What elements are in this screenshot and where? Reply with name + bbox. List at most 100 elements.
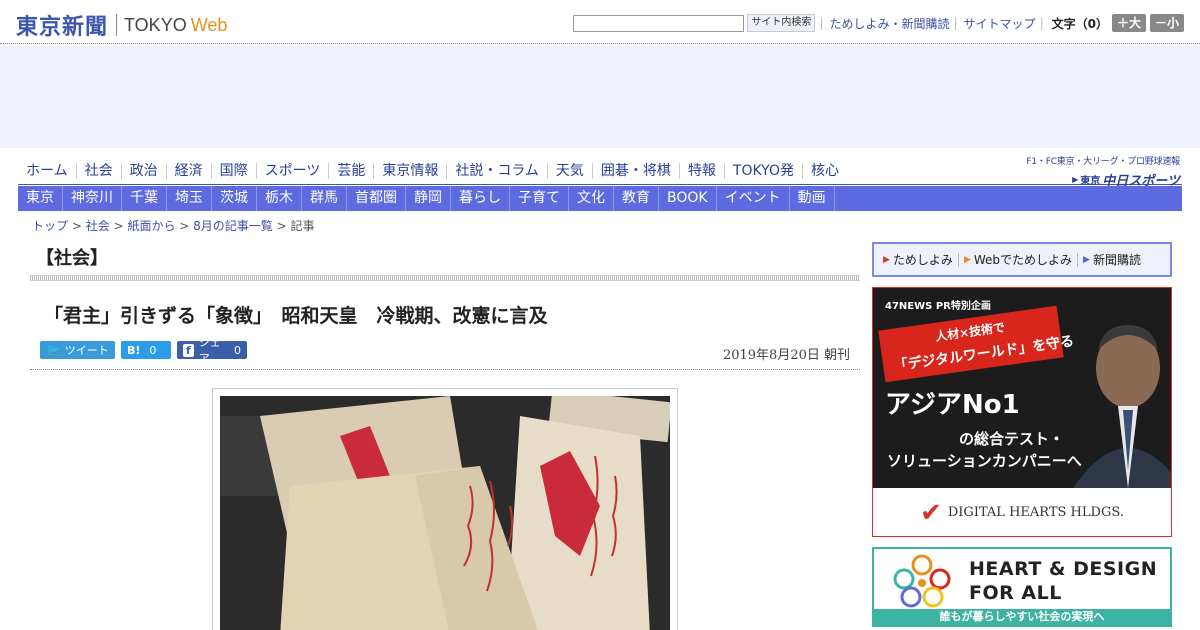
subscribe-link[interactable]: ▶ 新聞購読	[1077, 252, 1146, 267]
facebook-count: 0	[234, 343, 241, 357]
nav-editorial[interactable]: 社説・コラム	[446, 163, 547, 179]
nav-living[interactable]: 暮らし	[451, 186, 510, 211]
trial-read-link[interactable]: ▶ ためしよみ	[878, 253, 958, 267]
logo-web: Web	[190, 14, 228, 35]
nav-events[interactable]: イベント	[717, 186, 790, 211]
hatena-icon: B!	[127, 343, 141, 357]
subscribe-label: 新聞購読	[1092, 252, 1141, 267]
nav-parenting[interactable]: 子育て	[510, 186, 569, 211]
heart-design-ad[interactable]: HEART & DESIGN FOR ALL 誰もが暮らしやすい社会の実現へ	[872, 547, 1172, 627]
nav-ibaraki[interactable]: 茨城	[212, 186, 257, 211]
breadcrumb: トップ > 社会 > 紙面から > 8月の記事一覧 > 記事	[32, 217, 315, 234]
nav-shizuoka[interactable]: 静岡	[406, 186, 451, 211]
breadcrumb-separator: >	[71, 219, 86, 233]
nav-politics[interactable]: 政治	[120, 163, 166, 179]
trial-read-label: ためしよみ	[892, 252, 953, 267]
font-size-label: 文字（0）	[1051, 16, 1108, 31]
article-photo[interactable]	[220, 396, 670, 630]
top-ad-banner[interactable]	[0, 45, 1200, 148]
site-header: 東京新聞 TOKYO Web サイト内検索 | ためしよみ・新聞購読 | サイト…	[0, 0, 1200, 44]
nav-weather[interactable]: 天気	[546, 163, 592, 179]
digital-hearts-ad[interactable]: 47NEWS PR特別企画 人材×技術で 「デジタルワールド」を守る アジアNo…	[872, 287, 1172, 537]
article-date: 2019年8月20日 朝刊	[722, 348, 850, 363]
nav-society[interactable]: 社会	[75, 163, 121, 179]
nav-home[interactable]: ホーム	[18, 163, 76, 179]
font-smaller-button[interactable]: －小	[1149, 14, 1184, 32]
web-trial-read-label: Webでためしよみ	[973, 252, 1073, 267]
nav-tochigi[interactable]: 栃木	[257, 186, 302, 211]
breadcrumb-current: 記事	[290, 219, 315, 233]
separator: |	[953, 16, 958, 30]
nav-core[interactable]: 核心	[801, 163, 847, 179]
breadcrumb-top[interactable]: トップ	[32, 219, 68, 233]
breadcrumb-separator: >	[179, 219, 194, 233]
nav-go-shogi[interactable]: 囲碁・将棋	[591, 163, 679, 179]
notebook-photo-illustration	[220, 396, 670, 630]
nav-shutoken[interactable]: 首都圏	[347, 186, 406, 211]
separator: |	[1039, 16, 1044, 30]
twitter-bird-icon: 🐦	[46, 343, 60, 357]
site-search-button[interactable]: サイト内検索	[747, 14, 816, 32]
font-larger-button[interactable]: ＋大	[1111, 14, 1146, 32]
nav-tokyo[interactable]: 東京	[18, 186, 63, 211]
nav-economy[interactable]: 経済	[165, 163, 211, 179]
nav-entertainment[interactable]: 芸能	[328, 163, 373, 179]
nav-special[interactable]: 特報	[678, 163, 724, 179]
section-title: 【社会】	[36, 248, 108, 269]
facebook-share-button[interactable]: f シェア 0	[177, 336, 247, 365]
breadcrumb-print[interactable]: 紙面から	[127, 219, 175, 233]
chunichi-sports-link[interactable]: F1・FC東京・大リーグ・プロ野球速報 ▶ 東京 中日スポーツ	[1026, 154, 1180, 189]
nav-international[interactable]: 国際	[210, 163, 256, 179]
ad2-tagline: 誰もが暮らしやすい社会の実現へ	[874, 609, 1170, 625]
logo-divider	[116, 14, 118, 36]
ad-headline: アジアNo1	[885, 390, 1020, 420]
article-photo-frame	[212, 388, 678, 630]
breadcrumb-separator: >	[276, 219, 291, 233]
secondary-nav: 東京 神奈川 千葉 埼玉 茨城 栃木 群馬 首都圏 静岡 暮らし 子育て 文化 …	[18, 186, 1182, 211]
primary-nav: ホーム 社会 政治 経済 国際 スポーツ 芸能 東京情報 社説・コラム 天気 囲…	[18, 158, 847, 184]
facebook-share-label: シェア	[198, 336, 221, 365]
triangle-right-icon: ▶	[963, 254, 971, 265]
nav-gunma[interactable]: 群馬	[302, 186, 347, 211]
chunichi-small-text: 東京	[1080, 176, 1101, 187]
nav-education[interactable]: 教育	[614, 186, 659, 211]
checkmark-icon: ✔	[920, 497, 942, 528]
nav-chiba[interactable]: 千葉	[122, 186, 167, 211]
web-trial-read-link[interactable]: ▶ Webでためしよみ	[957, 252, 1077, 267]
arrow-right-icon: ▶	[1072, 175, 1079, 184]
nav-kanagawa[interactable]: 神奈川	[63, 186, 122, 211]
flower-logo-icon	[893, 554, 951, 608]
breadcrumb-society[interactable]: 社会	[86, 219, 110, 233]
utility-bar: サイト内検索 | ためしよみ・新聞購読 | サイトマップ | 文字（0） ＋大 …	[573, 14, 1184, 32]
tweet-button[interactable]: 🐦 ツイート	[40, 341, 115, 359]
nav-tokyo-info[interactable]: 東京情報	[373, 163, 446, 179]
ad-line3: ソリューションカンパニーへ	[887, 452, 1082, 470]
nav-saitama[interactable]: 埼玉	[167, 186, 212, 211]
section-divider	[30, 275, 860, 281]
logo-tokyo: TOKYO	[124, 14, 187, 35]
ad2-line1: HEART & DESIGN	[969, 558, 1158, 580]
nav-tokyo-hatsu[interactable]: TOKYO発	[723, 163, 802, 179]
nav-divider	[18, 184, 1182, 185]
sitemap-link[interactable]: サイトマップ	[964, 15, 1036, 32]
breadcrumb-separator: >	[113, 219, 128, 233]
nav-sports[interactable]: スポーツ	[255, 163, 329, 179]
tweet-label: ツイート	[64, 344, 109, 357]
trial-subscribe-link[interactable]: ためしよみ・新聞購読	[829, 15, 949, 32]
site-search-input[interactable]	[573, 14, 745, 32]
breadcrumb-august-list[interactable]: 8月の記事一覧	[193, 219, 273, 233]
subscription-menu: ▶ ためしよみ ▶ Webでためしよみ ▶ 新聞購読	[872, 242, 1172, 277]
nav-culture[interactable]: 文化	[569, 186, 614, 211]
site-logo[interactable]: 東京新聞 TOKYO Web	[16, 9, 227, 41]
nav-video[interactable]: 動画	[790, 186, 835, 211]
triangle-right-icon: ▶	[883, 254, 890, 265]
logo-japanese: 東京新聞	[16, 14, 109, 40]
nav-book[interactable]: BOOK	[659, 186, 717, 211]
separator: |	[819, 16, 824, 30]
triangle-right-icon: ▶	[1083, 254, 1090, 265]
ad2-line2: FOR ALL	[969, 582, 1062, 604]
hatena-bookmark-button[interactable]: B! 0	[121, 341, 171, 359]
share-buttons: 🐦 ツイート B! 0 f シェア 0	[40, 336, 247, 365]
article-headline: 「君主」引きずる「象徴」 昭和天皇 冷戦期、改憲に言及	[44, 305, 548, 327]
ad-brand-bar: ✔ DIGITAL HEARTS HLDGS.	[873, 488, 1171, 536]
